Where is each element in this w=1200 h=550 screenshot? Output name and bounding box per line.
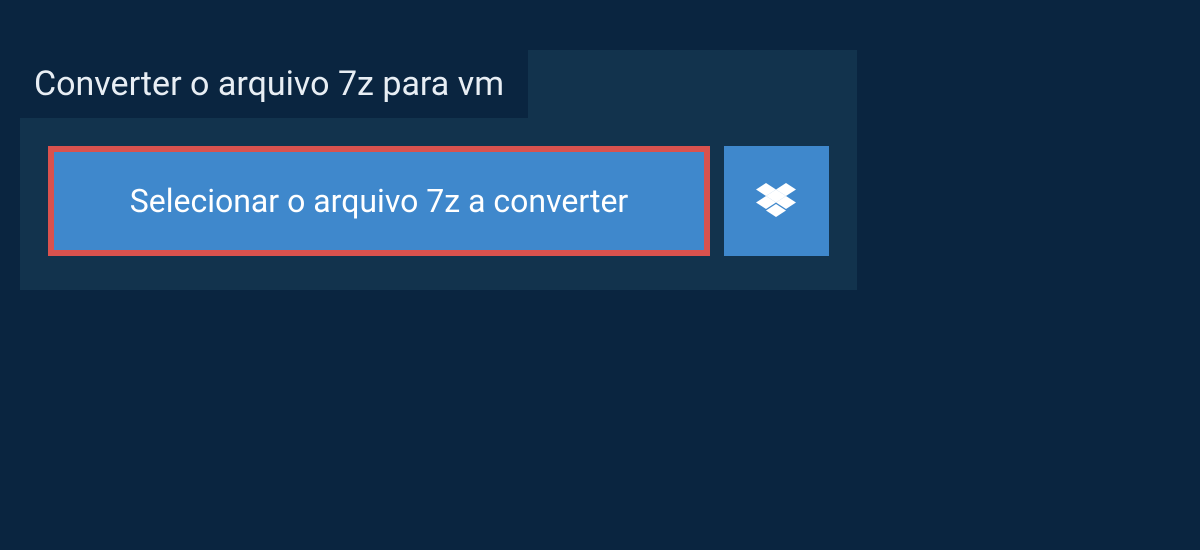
page-title: Converter o arquivo 7z para vm	[34, 64, 504, 104]
converter-panel: Converter o arquivo 7z para vm Seleciona…	[20, 50, 857, 290]
dropbox-button[interactable]	[724, 146, 829, 256]
heading-bar: Converter o arquivo 7z para vm	[20, 50, 528, 118]
action-row: Selecionar o arquivo 7z a converter	[20, 118, 857, 290]
select-file-button[interactable]: Selecionar o arquivo 7z a converter	[48, 146, 710, 256]
dropbox-icon	[756, 183, 796, 219]
